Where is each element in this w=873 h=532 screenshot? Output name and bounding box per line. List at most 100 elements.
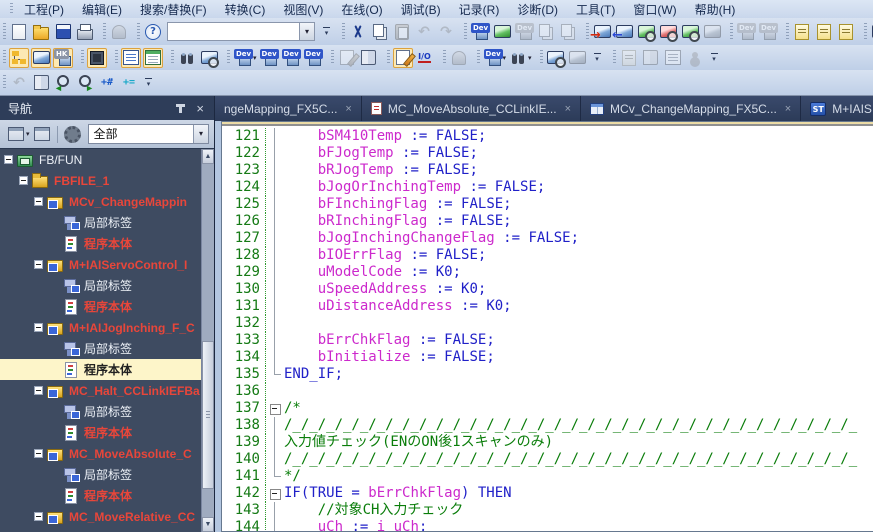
edit-mode-icon[interactable]: [392, 47, 413, 68]
code-line-123[interactable]: 123 bRJogTemp := FALSE;: [222, 162, 873, 179]
tree-item-11[interactable]: MC_Halt_CCLinkIEFBa: [0, 380, 214, 401]
expander-icon[interactable]: [34, 386, 43, 395]
toolbar-overflow-button[interactable]: ▾: [320, 23, 333, 41]
tree-scrollbar[interactable]: ▲ ▼: [201, 149, 214, 532]
menu-item-3[interactable]: 转换(C): [216, 0, 275, 19]
code-line-132[interactable]: 132: [222, 315, 873, 332]
tree-filter-select[interactable]: 全部 ▾: [87, 124, 209, 144]
tree-item-10[interactable]: 程序本体: [0, 359, 214, 380]
menu-item-11[interactable]: 帮助(H): [686, 0, 745, 19]
code-line-125[interactable]: 125 bFInchingFlag := FALSE;: [222, 196, 873, 213]
code-line-136[interactable]: 136: [222, 383, 873, 400]
toolbar-overflow-button[interactable]: ▾: [708, 49, 721, 67]
tree-item-1[interactable]: FBFILE_1: [0, 170, 214, 191]
tree-item-13[interactable]: 程序本体: [0, 422, 214, 443]
element-selection-window-icon[interactable]: [31, 47, 51, 68]
tree-item-7[interactable]: 程序本体: [0, 296, 214, 317]
code-line-137[interactable]: 137 /*: [222, 400, 873, 417]
device-batch-replace-icon[interactable]: Dev: [259, 48, 279, 68]
expander-icon[interactable]: [19, 176, 28, 185]
close-icon[interactable]: ×: [196, 102, 204, 115]
scroll-up-button[interactable]: ▲: [202, 149, 214, 164]
code-line-139[interactable]: 139 入力値チェック(ENのON後1スキャンのみ): [222, 434, 873, 451]
device-find-dropdown-icon[interactable]: ▾: [253, 54, 257, 62]
tree-item-5[interactable]: M+IAIServoControl_I: [0, 254, 214, 275]
chevron-down-icon[interactable]: ▾: [299, 23, 314, 40]
document-tab-3[interactable]: ST M+IAIS: [801, 96, 873, 121]
code-line-144[interactable]: 144 uCh := i_uCh;: [222, 519, 873, 531]
open-project-icon[interactable]: [31, 22, 51, 42]
module-search-icon[interactable]: [508, 48, 528, 68]
register-to-watch-icon[interactable]: Dev: [281, 48, 301, 68]
pin-icon[interactable]: [176, 103, 186, 113]
document-tab-1[interactable]: MC_MoveAbsolute_CCLinkIE... ×: [361, 96, 582, 121]
menu-item-10[interactable]: 窗口(W): [624, 0, 685, 19]
add-watch-variable-icon[interactable]: +#: [97, 73, 117, 93]
monitor-stop-icon[interactable]: [658, 22, 678, 42]
device-read-icon[interactable]: [492, 22, 512, 42]
monitor-write-mode-icon[interactable]: [680, 22, 700, 42]
tab-close-icon[interactable]: ×: [565, 103, 571, 115]
display-target-button[interactable]: [6, 124, 26, 144]
menu-item-0[interactable]: 工程(P): [15, 0, 73, 19]
tab-close-icon[interactable]: ×: [345, 103, 351, 115]
device-find-icon[interactable]: Dev: [233, 48, 254, 68]
code-line-127[interactable]: 127 bJogInchingChangeFlag := FALSE;: [222, 230, 873, 247]
gear-icon[interactable]: [63, 124, 83, 144]
code-line-143[interactable]: 143 //対象CH入力チェック: [222, 502, 873, 519]
module-search-dropdown-icon[interactable]: ▾: [528, 54, 532, 62]
tree-item-4[interactable]: 程序本体: [0, 233, 214, 254]
code-line-142[interactable]: 142 IF(TRUE = bErrChkFlag) THEN: [222, 485, 873, 502]
statement-edit-icon[interactable]: [359, 48, 379, 68]
menu-item-8[interactable]: 诊断(D): [508, 0, 567, 19]
code-line-133[interactable]: 133 bErrChkFlag := FALSE;: [222, 332, 873, 349]
menu-item-1[interactable]: 编辑(E): [73, 0, 131, 19]
tree-item-12[interactable]: 局部标签: [0, 401, 214, 422]
tree-item-8[interactable]: M+IAIJogInching_F_C: [0, 317, 214, 338]
statement-display-icon[interactable]: [792, 22, 812, 42]
cut-icon[interactable]: [348, 22, 368, 42]
expander-icon[interactable]: [34, 197, 43, 206]
output-window-icon[interactable]: HK: [53, 47, 73, 68]
save-project-icon[interactable]: [53, 22, 73, 42]
scrollbar-thumb[interactable]: [202, 341, 214, 489]
monitor-start-icon[interactable]: [636, 22, 656, 42]
open-window-display-icon[interactable]: [546, 48, 566, 68]
code-line-140[interactable]: 140 /_/_/_/_/_/_/_/_/_/_/_/_/_/_/_/_/_/_/…: [222, 451, 873, 468]
code-line-131[interactable]: 131 uDistanceAddress := K0;: [222, 298, 873, 315]
expander-icon[interactable]: [34, 512, 43, 521]
rebuild-all-icon[interactable]: [31, 73, 51, 93]
tree-item-16[interactable]: 程序本体: [0, 485, 214, 506]
tree-item-9[interactable]: 局部标签: [0, 338, 214, 359]
code-line-126[interactable]: 126 bRInchingFlag := FALSE;: [222, 213, 873, 230]
menu-item-5[interactable]: 在线(O): [332, 0, 391, 19]
sort-button[interactable]: [32, 124, 52, 144]
expander-icon[interactable]: [34, 449, 43, 458]
fold-collapse-icon[interactable]: [266, 400, 284, 417]
code-line-138[interactable]: 138 /_/_/_/_/_/_/_/_/_/_/_/_/_/_/_/_/_/_/…: [222, 417, 873, 434]
toolbar-overflow-button[interactable]: ▾: [142, 74, 155, 92]
code-line-130[interactable]: 130 uSpeedAddress := K0;: [222, 281, 873, 298]
tree-item-14[interactable]: MC_MoveAbsolute_C: [0, 443, 214, 464]
tree-item-3[interactable]: 局部标签: [0, 212, 214, 233]
copy-icon[interactable]: [370, 22, 390, 42]
scroll-down-button[interactable]: ▼: [202, 517, 214, 532]
insert-variable-icon[interactable]: +=: [119, 73, 139, 93]
tree-item-6[interactable]: 局部标签: [0, 275, 214, 296]
chevron-down-icon[interactable]: ▾: [193, 125, 208, 143]
tree-item-17[interactable]: MC_MoveRelative_CC: [0, 506, 214, 527]
code-line-141[interactable]: 141 */: [222, 467, 873, 485]
write-to-plc-icon[interactable]: [590, 22, 612, 43]
find-next-icon[interactable]: [75, 73, 95, 93]
expander-icon[interactable]: [34, 260, 43, 269]
find-previous-icon[interactable]: [53, 73, 73, 93]
device-cross-reference-icon[interactable]: Dev: [303, 48, 323, 68]
expander-icon[interactable]: [34, 323, 43, 332]
code-line-122[interactable]: 122 bFJogTemp := FALSE;: [222, 145, 873, 162]
find-in-window-icon[interactable]: [199, 48, 219, 68]
code-line-128[interactable]: 128 bIOErrFlag := FALSE;: [222, 247, 873, 264]
fold-collapse-icon[interactable]: [266, 485, 284, 502]
code-line-129[interactable]: 129 uModelCode := K0;: [222, 264, 873, 281]
menu-item-7[interactable]: 记录(R): [450, 0, 509, 19]
toolbar-overflow-button[interactable]: ▾: [591, 49, 604, 67]
